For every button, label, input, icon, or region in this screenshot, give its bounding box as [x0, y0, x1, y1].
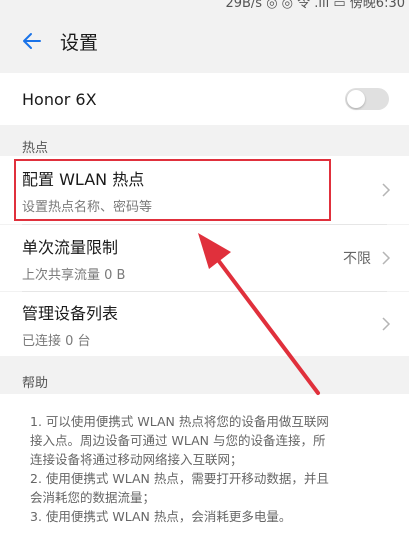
section-head-help: 帮助	[22, 376, 49, 391]
back-arrow-icon	[23, 33, 41, 49]
device-row[interactable]: Honor 6X	[0, 73, 409, 125]
status-bar: 29B/s ◎ ◎ 令 .ill ▭ 傍晚6:30	[0, 0, 409, 9]
device-list-item[interactable]: 管理设备列表 已连接 0 台	[0, 292, 409, 356]
chevron-right-icon	[382, 251, 391, 265]
chevron-right-icon	[382, 317, 391, 331]
data-limit-item[interactable]: 单次流量限制 上次共享流量 0 B 不限	[0, 225, 409, 291]
help-line: 接入点。周边设备可通过 WLAN 与您的设备连接，所	[30, 433, 326, 448]
help-line: 会消耗您的数据流量；	[30, 490, 156, 505]
item-title: 管理设备列表	[22, 303, 119, 323]
help-line: 连接设备将通过移动网络接入互联网；	[30, 452, 243, 467]
toggle-knob	[347, 90, 365, 108]
help-text: 1. 可以使用便携式 WLAN 热点将您的设备用做互联网 接入点。周边设备可通过…	[30, 412, 390, 526]
help-line: 1. 可以使用便携式 WLAN 热点将您的设备用做互联网	[30, 414, 329, 429]
header: 设置	[0, 9, 409, 73]
back-button[interactable]	[0, 9, 60, 73]
chevron-right-icon	[382, 183, 391, 197]
status-bar-text: 29B/s ◎ ◎ 令 .ill ▭ 傍晚6:30	[225, 0, 405, 9]
section-head-hotspot: 热点	[22, 141, 49, 156]
item-title: 单次流量限制	[22, 237, 119, 257]
item-value: 不限	[343, 251, 371, 267]
highlight-box	[14, 159, 331, 221]
device-name: Honor 6X	[22, 89, 97, 109]
help-line: 2. 使用便携式 WLAN 热点，需要打开移动数据，并且	[30, 471, 329, 486]
help-line: 3. 使用便携式 WLAN 热点，会消耗更多电量。	[30, 509, 292, 524]
item-subtitle: 上次共享流量 0 B	[22, 267, 126, 283]
hotspot-toggle[interactable]	[345, 88, 389, 110]
page-title: 设置	[60, 31, 99, 54]
item-subtitle: 已连接 0 台	[22, 333, 91, 349]
